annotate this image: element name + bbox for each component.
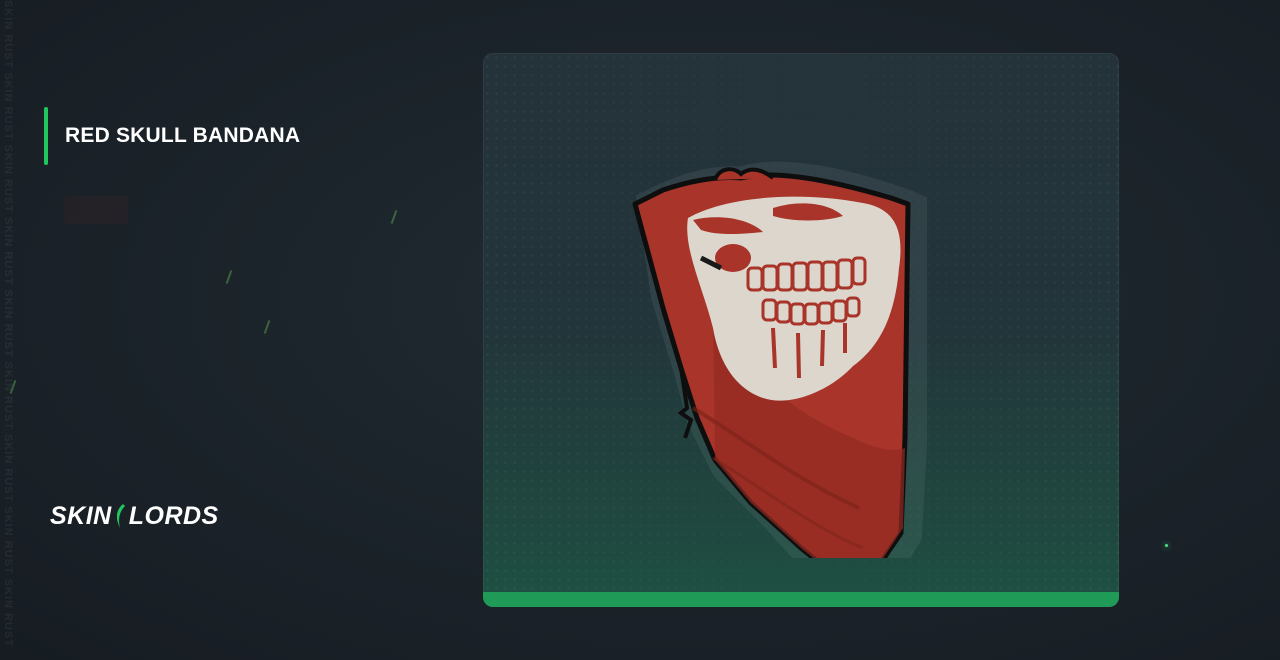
card-bottom-bar	[483, 592, 1119, 607]
ghost-badge	[64, 196, 128, 224]
item-title-block: RED SKULL BANDANA	[44, 107, 300, 165]
background-glow-dot	[1165, 544, 1168, 547]
watermark-text: SKIN RUST SKIN RUST SKIN RUST SKIN RUST …	[2, 0, 14, 647]
background-spark	[390, 210, 398, 224]
logo-text-right: LORDS	[128, 501, 219, 530]
item-title: RED SKULL BANDANA	[65, 124, 301, 147]
side-watermark: SKIN RUST SKIN RUST SKIN RUST SKIN RUST …	[0, 0, 18, 660]
title-accent-bar	[44, 107, 48, 165]
background-spark	[263, 320, 271, 334]
logo-text-left: SKIN	[50, 501, 112, 530]
red-skull-bandana-icon	[632, 161, 927, 558]
background-spark	[225, 270, 233, 284]
skinlords-logo: SKIN LORDS	[50, 500, 219, 532]
skinlords-leaf-icon	[116, 504, 125, 528]
item-preview-card	[483, 53, 1119, 607]
